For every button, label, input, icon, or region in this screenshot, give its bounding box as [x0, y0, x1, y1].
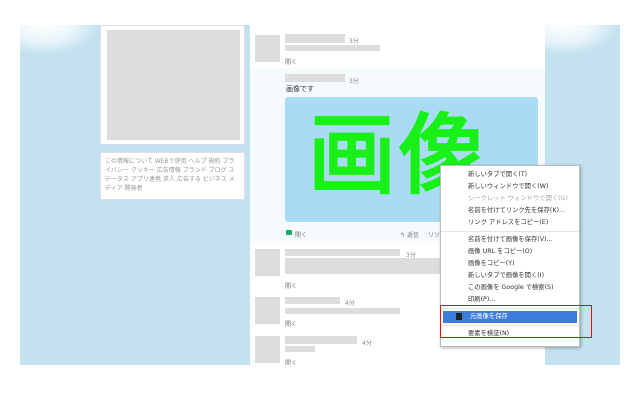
cloud-decoration [20, 25, 100, 55]
reply-button[interactable]: ↰ 返信 [400, 230, 419, 239]
avatar[interactable] [255, 297, 280, 324]
menu-item-save-link-as[interactable]: 名前を付けてリンク先を保存(K)... [441, 205, 579, 217]
app-icon [286, 230, 292, 235]
username-placeholder [285, 34, 345, 43]
menu-item-open-new-window[interactable]: 新しいウィンドウで開く(W) [441, 181, 579, 193]
footer-link[interactable]: 規約 [208, 158, 220, 165]
open-link[interactable]: 開く [285, 57, 297, 66]
username-placeholder [285, 74, 345, 82]
tweet-text-placeholder [285, 258, 445, 274]
cloud-decoration [540, 25, 620, 55]
tweet-time[interactable]: 3分 [349, 36, 359, 45]
footer-link[interactable]: ブログ [209, 167, 227, 174]
footer-link[interactable]: 広告情報 [157, 167, 181, 174]
footer-link[interactable]: クッキー [131, 167, 155, 174]
avatar[interactable] [255, 249, 280, 276]
footer-link[interactable]: ブランド [183, 167, 207, 174]
reply-label: 返信 [406, 232, 419, 239]
highlight-annotation [440, 305, 592, 338]
tweet-text-placeholder [285, 45, 380, 51]
footer-links: この情報について WEBで使用 ヘルプ 規約 プライバシー クッキー 広告情報 … [105, 157, 240, 193]
open-link[interactable]: 開く [285, 358, 297, 365]
username-placeholder [285, 297, 340, 304]
menu-item-open-image-new-tab[interactable]: 新しいタブで画像を開く(I) [441, 270, 579, 282]
tweet-time[interactable]: 4分 [345, 298, 355, 307]
menu-item-copy-image[interactable]: 画像をコピー(Y) [441, 258, 579, 270]
open-link[interactable]: 開く [295, 230, 307, 239]
menu-item-save-image-as[interactable]: 名前を付けて画像を保存(V)... [441, 234, 579, 246]
avatar[interactable] [255, 35, 280, 62]
footer-link[interactable]: 求人 [163, 176, 175, 183]
tweet-time[interactable]: 3分 [349, 76, 359, 85]
tweet-text-placeholder [285, 346, 315, 352]
open-link[interactable]: 開く [285, 281, 297, 290]
tweet-text-placeholder [285, 308, 400, 314]
avatar[interactable] [255, 336, 280, 363]
footer-link[interactable]: この情報について [105, 158, 153, 165]
menu-item-search-google-image[interactable]: この画像を Google で検索(S) [441, 282, 579, 294]
open-link[interactable]: 開く [285, 319, 297, 328]
tweet-text: 画像です [286, 85, 314, 93]
footer-link[interactable]: 開発者 [125, 185, 143, 192]
profile-image[interactable] [107, 30, 240, 140]
footer-link[interactable]: アプリ連携 [131, 176, 161, 183]
username-placeholder [285, 336, 357, 344]
footer-link[interactable]: 広告する [177, 176, 201, 183]
menu-item-copy-image-url[interactable]: 画像 URL をコピー(O) [441, 246, 579, 258]
username-placeholder [285, 249, 400, 256]
footer-link[interactable]: ヘルプ [189, 158, 207, 165]
profile-card [100, 25, 245, 145]
menu-separator [441, 231, 579, 232]
menu-item-copy-link-address[interactable]: リンク アドレスをコピー(E) [441, 217, 579, 229]
menu-item-open-incognito: シークレット ウィンドウで開く(G) [468, 195, 568, 202]
menu-item-open-new-tab[interactable]: 新しいタブで開く(T) [441, 169, 579, 181]
footer-link[interactable]: ビジネス [203, 176, 227, 183]
tweet-time[interactable]: 4分 [362, 338, 372, 347]
footer-link[interactable]: WEBで使用 [155, 158, 187, 165]
